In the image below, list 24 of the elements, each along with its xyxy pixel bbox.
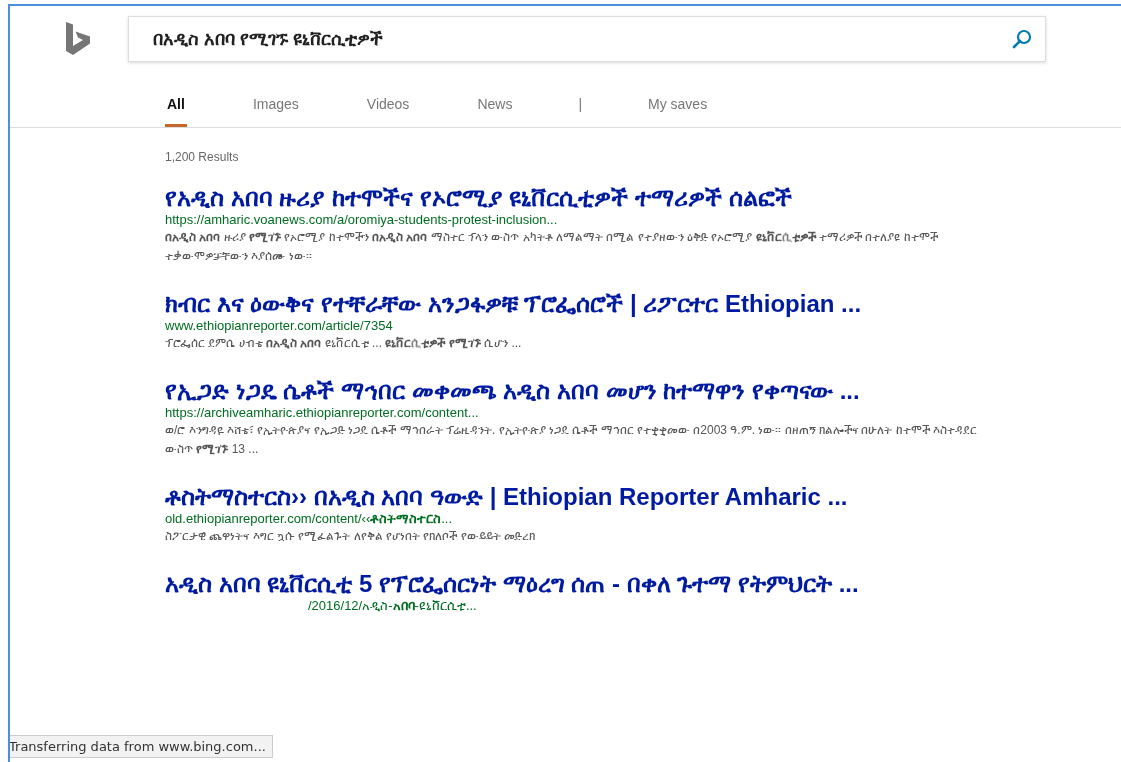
result-snippet: ወ/ሮ እንግዳዬ እሸቴ፣ የኢትዮጵያና የኢጋድ ነጋዴ ሴቶች ማኅበራት ፕሬዚዳንት. የኢትዮጵያ ነጋዴ ሴቶች ማኅበር የተቋቋመው በ2003 ዓ.ም. ነው፡፡ በዘጠኝ ክልሎችና በሁለት ከተሞች እስተዳደር ውስጥ የሚገኙ 13 ... [165, 422, 979, 458]
result-title-link[interactable]: ቶስትማስተርስ›› በአዲስ አበባ ዓውድ | Ethiopian Reporter Amharic ... [165, 483, 985, 510]
result-title-link[interactable]: አዲስ አበባ ዩኒቨርሲቲ 5 የፕሮፌሰርነት ማዕረግ ሰጠ - በቀለ ጉተማ የትምህርት ... [165, 570, 985, 597]
result-url: https://archiveamharic.ethiopianreporter.com/content... [165, 404, 480, 421]
result-count: 1,200 Results [165, 150, 240, 164]
tab-separator: | [578, 95, 583, 114]
result-url: old.ethiopianreporter.com/content/‹‹ቶስትማስተርስ... [165, 510, 454, 527]
nav-tab[interactable]: My saves [646, 90, 710, 127]
result-url: /2016/12/አዲስ-አበባ-ዩኒቨርሲቲ... [307, 597, 478, 614]
nav-tab[interactable]: News [475, 90, 515, 127]
result-title-link[interactable]: የአዲስ አበባ ዙሪያ ከተሞችና የኦሮሚያ ዩኒቨርሲቲዎች ተማሪዎች ሰልፎች [165, 184, 985, 211]
result-snippet: ፕሮፌሰር ደምሴ ሀብቴ በአዲስ አበባ ዩኒቨርሲቲ ... ዩኒቨርሲቲዎች የሚገኙ ሲሆን ... [165, 335, 523, 352]
nav-tab[interactable]: Videos [364, 90, 412, 127]
nav-tab[interactable]: All [165, 90, 187, 127]
result-snippet: በአዲስ አበባ ዙሪያ የሚገኙ የኦሮሚያ ከተሞችን በአዲስ አበባ ማስተር ፕላን ውስጥ አካትቶ ለማልማት በሚል የተያዘውን ዕቅድ የኦሮሚያ ዩኒቨርሲቲዎች ተማሪዎች በተለያዩ ከተሞች ተቃውሞዎቻቸውን እያሰሙ ነው፡፡ [165, 229, 939, 265]
result-title-link[interactable]: የኢጋድ ነጋዴ ሴቶች ማኅበር መቀመጫ አዲስ አበባ መሆን ከተማዋን የቀጣናው ... [165, 377, 985, 404]
search-field[interactable]: በአዲስ አበባ የሚገኙ ዩኒቨርሲቲዎች [128, 16, 1046, 62]
search-icon[interactable] [1012, 29, 1032, 49]
result-title-link[interactable]: ክብር እና ዕውቅና የተቸራቸው አንጋፋዎቹ ፕሮፌሰሮች | ሪፖርተር Ethiopian ... [165, 290, 985, 317]
result-snippet: ስፖርታዊ ጨዋነትና እግር ኳሱ የሚፈልጉት ለየቅል የሆነበት የክለቦች የውይይት መድረክ [165, 528, 536, 545]
result-url: https://amharic.voanews.com/a/oromiya-students-protest-inclusion... [165, 211, 559, 228]
bing-logo-icon [66, 22, 90, 56]
nav-tab[interactable]: Images [250, 90, 301, 127]
result-url: www.ethiopianreporter.com/article/7354 [165, 317, 394, 334]
